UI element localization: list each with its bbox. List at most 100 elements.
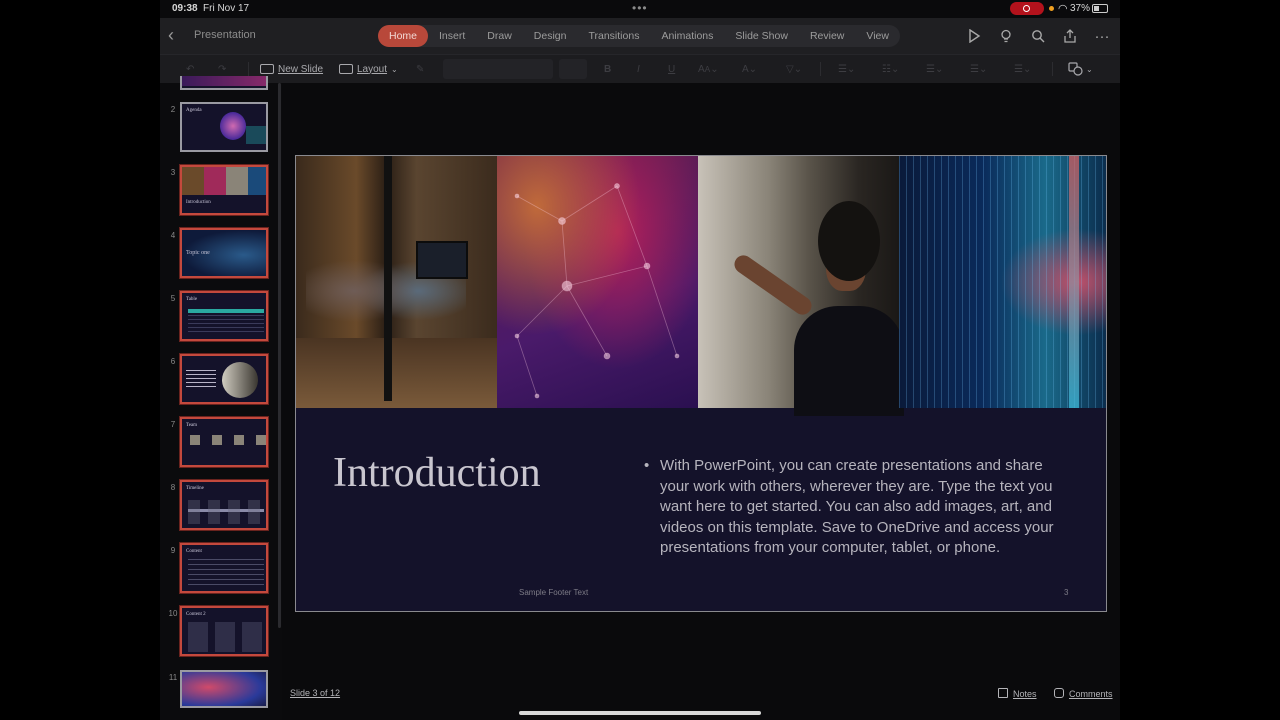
font-size-field[interactable]: [559, 59, 587, 79]
network-abstract-image[interactable]: [497, 156, 698, 408]
tab-design[interactable]: Design: [523, 25, 578, 47]
layout-button[interactable]: Layout ⌄: [339, 60, 398, 78]
slide-indicator[interactable]: Slide 3 of 12: [290, 688, 340, 698]
thumbnail-number: 7: [170, 420, 176, 429]
slide-thumbnail[interactable]: Table: [180, 291, 268, 341]
thumbnail-number: 8: [170, 483, 176, 492]
thumbnail-number: 5: [170, 294, 176, 303]
thumbnail-number: 10: [168, 609, 178, 618]
thumbnail-number: 9: [170, 546, 176, 555]
battery-percent: 37%: [1070, 3, 1091, 14]
tab-insert[interactable]: Insert: [428, 25, 476, 47]
data-visualization-image[interactable]: [899, 156, 1106, 408]
multitask-dots-icon[interactable]: •••: [632, 1, 648, 15]
status-date: Fri Nov 17: [203, 3, 250, 14]
slide-thumbnail[interactable]: [180, 670, 268, 708]
wifi-icon: ◠: [1058, 3, 1068, 15]
divider: [248, 62, 249, 76]
screen-recording-icon[interactable]: [1010, 2, 1044, 15]
format-painter-icon[interactable]: ✎: [416, 60, 424, 78]
thumbnail-title: Content 2: [186, 612, 206, 617]
thumbnail-number: 4: [170, 231, 176, 240]
back-chevron-icon[interactable]: ‹: [168, 26, 174, 44]
play-icon[interactable]: [962, 24, 986, 48]
font-name-field[interactable]: [443, 59, 553, 79]
font-color-icon[interactable]: A⌄: [742, 60, 757, 78]
comments-label: Comments: [1069, 689, 1113, 699]
pane-scrollbar[interactable]: [278, 83, 281, 628]
slide-thumbnail[interactable]: [180, 354, 268, 404]
tab-draw[interactable]: Draw: [476, 25, 523, 47]
thumbnail-number: 2: [170, 105, 176, 114]
status-bar: 09:38 Fri Nov 17 ••• ◠ 37%: [160, 0, 1120, 18]
home-indicator[interactable]: [519, 711, 761, 715]
tab-view[interactable]: View: [855, 25, 900, 47]
ribbon-toolbar: ↶ ↷ New Slide Layout ⌄ ✎ B I U A A ⌄ A⌄ ▽⌄…: [160, 54, 1120, 83]
more-options-icon[interactable]: ···: [1090, 24, 1114, 48]
document-title[interactable]: Presentation: [194, 29, 256, 41]
bold-icon[interactable]: B: [604, 60, 611, 78]
thumbnail-title: Agenda: [186, 108, 202, 113]
layout-label: Layout: [357, 63, 388, 75]
notes-icon: [998, 688, 1008, 698]
bullets-icon[interactable]: ☰⌄: [838, 60, 855, 78]
layout-icon: [339, 64, 353, 74]
divider: [820, 62, 821, 76]
slide-thumbnail-selected[interactable]: Introduction: [180, 165, 268, 215]
slide-canvas[interactable]: Introduction • With PowerPoint, you can …: [295, 155, 1107, 612]
thumbnail-title: Table: [186, 297, 198, 302]
tab-animations[interactable]: Animations: [650, 25, 724, 47]
thumbnail-title: Team: [186, 423, 198, 428]
slide-thumbnail[interactable]: Topic one: [180, 228, 268, 278]
chevron-down-icon: ⌄: [391, 64, 398, 74]
bullet-icon: •: [644, 457, 650, 474]
share-icon[interactable]: [1058, 24, 1082, 48]
slide-body-text[interactable]: • With PowerPoint, you can create presen…: [644, 456, 1068, 559]
battery-icon: [1092, 4, 1108, 13]
tab-home[interactable]: Home: [378, 25, 429, 47]
slide-thumbnail[interactable]: Agenda: [180, 102, 268, 152]
notes-button[interactable]: Notes: [998, 688, 1037, 699]
meeting-photo[interactable]: [296, 156, 497, 408]
new-slide-button[interactable]: New Slide: [260, 60, 323, 78]
notes-label: Notes: [1013, 689, 1037, 699]
tab-transitions[interactable]: Transitions: [577, 25, 650, 47]
indent-icon[interactable]: ☰⌄: [926, 60, 943, 78]
search-icon[interactable]: [1026, 24, 1050, 48]
thumbnail-number: 11: [168, 673, 178, 682]
thumbnail-number: 6: [170, 357, 176, 366]
slide-number: 3: [1064, 588, 1069, 597]
comment-icon: [1054, 688, 1064, 698]
status-time: 09:38: [172, 3, 198, 14]
new-slide-icon: [260, 64, 274, 74]
woman-writing-photo[interactable]: [698, 156, 904, 416]
comments-button[interactable]: Comments: [1054, 688, 1113, 699]
tab-slide-show[interactable]: Slide Show: [724, 25, 799, 47]
underline-icon[interactable]: U: [668, 60, 675, 78]
slide-thumbnail[interactable]: Timeline: [180, 480, 268, 530]
line-spacing-icon[interactable]: ☰⌄: [970, 60, 987, 78]
italic-icon[interactable]: I: [637, 60, 640, 78]
thumbnail-number: 3: [170, 168, 176, 177]
chevron-down-icon: ⌄: [1086, 64, 1093, 74]
thumbnail-title: Introduction: [186, 200, 211, 205]
slide-footer[interactable]: Sample Footer Text: [519, 588, 588, 597]
new-slide-label: New Slide: [278, 63, 324, 75]
slide-thumbnail[interactable]: Content 2: [180, 606, 268, 656]
slide-title[interactable]: Introduction: [333, 449, 541, 497]
shapes-icon[interactable]: ⌄: [1068, 60, 1093, 78]
slide-thumbnail[interactable]: Content: [180, 543, 268, 593]
mic-indicator-icon: [1049, 6, 1054, 11]
align-icon[interactable]: ☰⌄: [1014, 60, 1031, 78]
slide-thumbnail[interactable]: Team: [180, 417, 268, 467]
highlight-icon[interactable]: ▽⌄: [786, 60, 802, 78]
slide-body-paragraph: With PowerPoint, you can create presenta…: [660, 457, 1054, 556]
font-size-icon[interactable]: A A ⌄: [698, 60, 719, 78]
lightbulb-icon[interactable]: [994, 24, 1018, 48]
thumbnail-title: Topic one: [186, 250, 210, 256]
tab-review[interactable]: Review: [799, 25, 855, 47]
thumbnail-title: Timeline: [186, 486, 204, 491]
divider: [1052, 62, 1053, 76]
numbering-icon[interactable]: ☷⌄: [882, 60, 899, 78]
slide-thumbnail[interactable]: [180, 76, 268, 90]
